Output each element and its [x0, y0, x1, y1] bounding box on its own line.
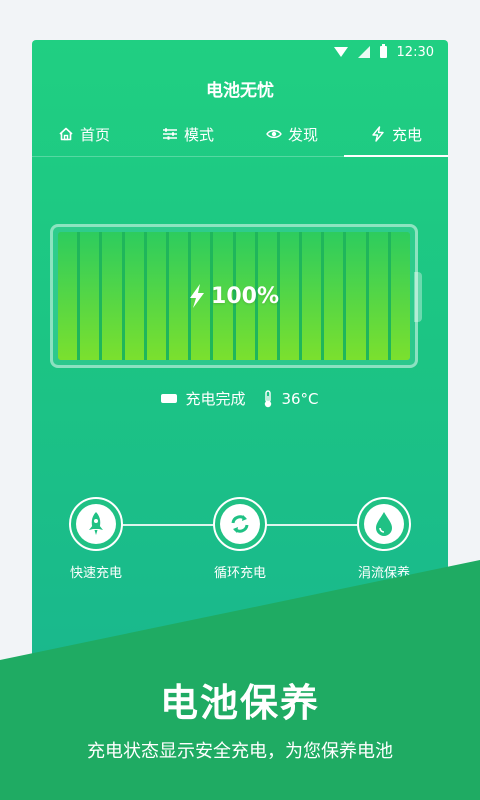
eye-icon	[266, 129, 282, 139]
charge-modes: 快速充电 循环充电 涓流保养	[32, 492, 448, 592]
mode-label: 快速充电	[69, 566, 122, 581]
battery-full-icon	[161, 394, 178, 403]
screen: 12:30 电池无忧 首页 模式 发现 充电 100% 充电完成 36°C 快速…	[0, 0, 480, 800]
wifi-icon	[333, 47, 348, 57]
lightning-icon	[372, 126, 384, 142]
tab-mode[interactable]: 模式	[136, 112, 240, 156]
tab-label: 首页	[79, 125, 110, 144]
lightning-icon	[190, 284, 205, 308]
charge-status-text: 充电完成	[185, 390, 246, 408]
status-bar: 12:30	[32, 40, 448, 64]
banner-title: 电池保养	[159, 681, 320, 725]
cycle-icon	[231, 515, 249, 533]
battery-level-text: 100%	[211, 283, 279, 309]
mode-circle	[357, 497, 411, 551]
mode-circle	[213, 497, 267, 551]
battery-body: 100%	[50, 224, 418, 368]
status-time: 12:30	[396, 44, 434, 60]
battery-status-icon	[379, 44, 387, 58]
mode-circle	[69, 497, 123, 551]
tab-bar: 首页 模式 发现 充电	[32, 112, 448, 157]
banner-subtitle: 充电状态显示安全充电，为您保养电池	[87, 741, 393, 762]
rocket-icon	[89, 512, 103, 535]
tab-home[interactable]: 首页	[32, 112, 136, 156]
thermometer-icon	[265, 389, 272, 407]
mode-circle-inner	[76, 504, 116, 544]
tab-label: 发现	[287, 125, 318, 144]
drop-icon	[376, 512, 392, 536]
tab-discover[interactable]: 发现	[240, 112, 344, 156]
mode-circle-inner	[364, 504, 404, 544]
temperature: 36°C	[263, 389, 319, 408]
battery-fill: 100%	[58, 232, 410, 360]
charge-info: 充电完成 36°C	[32, 388, 448, 409]
temperature-text: 36°C	[281, 389, 319, 408]
home-icon	[59, 127, 73, 141]
mode-fast-charge[interactable]: 快速充电	[41, 492, 151, 581]
battery-cap	[414, 272, 422, 322]
tab-label: 模式	[183, 125, 214, 144]
tab-charge[interactable]: 充电	[344, 112, 448, 157]
app-title: 电池无忧	[206, 80, 274, 101]
tab-label: 充电	[391, 125, 422, 144]
signal-icon	[357, 46, 370, 58]
charge-status: 充电完成	[161, 388, 245, 409]
mode-circle-inner	[220, 504, 260, 544]
mode-cycle-charge[interactable]: 循环充电	[185, 492, 295, 581]
battery-level: 100%	[58, 232, 410, 360]
sliders-icon	[162, 128, 177, 140]
battery-gauge: 100%	[50, 224, 422, 370]
mode-label: 循环充电	[213, 566, 266, 581]
mode-trickle-charge[interactable]: 涓流保养	[329, 492, 439, 581]
